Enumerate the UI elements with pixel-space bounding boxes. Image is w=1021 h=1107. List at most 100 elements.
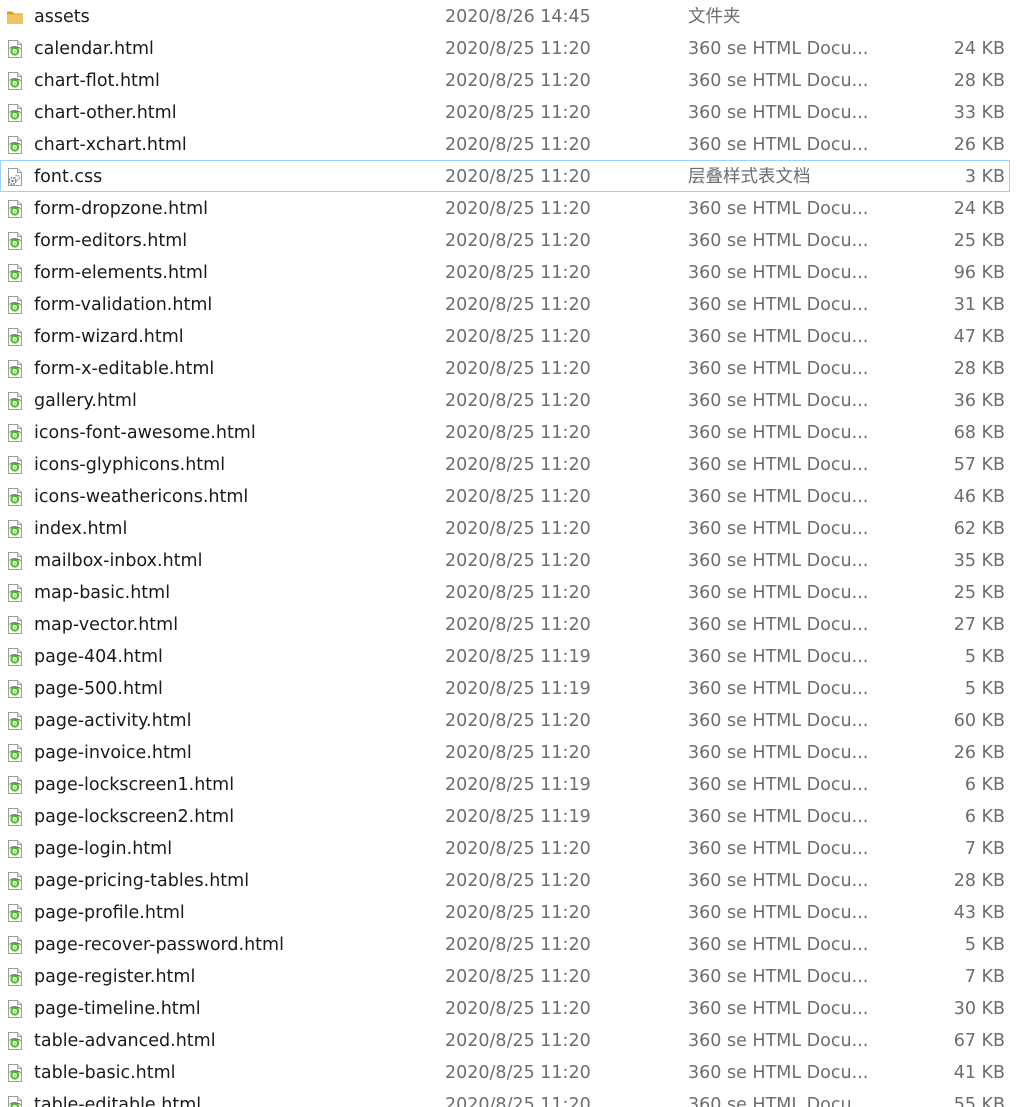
file-row[interactable]: e page-profile.html 2020/8/25 11:20 360 se … xyxy=(0,896,1010,928)
file-row[interactable]: e page-404.html 2020/8/25 11:19 360 se HTML… xyxy=(0,640,1010,672)
file-name: form-wizard.html xyxy=(34,327,184,347)
row-icon-cell: e xyxy=(5,65,25,97)
file-row[interactable]: e page-lockscreen2.html 2020/8/25 11:19 360… xyxy=(0,800,1010,832)
file-size: 28 KB xyxy=(953,871,1005,891)
file-name: form-validation.html xyxy=(34,295,213,315)
file-row[interactable]: etable-editable.html2020/8/25 11:20360 s… xyxy=(0,1088,1010,1107)
file-size: 5 KB xyxy=(964,935,1005,955)
file-name: form-dropzone.html xyxy=(34,199,209,219)
svg-text:e: e xyxy=(12,559,17,568)
row-icon-cell: e xyxy=(5,385,25,417)
html-file-icon: e xyxy=(5,1095,25,1107)
modified-date: 2020/8/25 11:20 xyxy=(445,1095,591,1107)
file-name: page-pricing-tables.html xyxy=(34,871,250,891)
svg-text:e: e xyxy=(12,847,17,856)
file-row[interactable]: e mailbox-inbox.html 2020/8/25 11:20 360 se… xyxy=(0,544,1010,576)
modified-date: 2020/8/25 11:20 xyxy=(445,487,591,507)
file-row[interactable]: e form-wizard.html 2020/8/25 11:20 360 se H… xyxy=(0,320,1010,352)
file-row[interactable]: e page-lockscreen1.html 2020/8/25 11:19 360… xyxy=(0,768,1010,800)
modified-date: 2020/8/25 11:20 xyxy=(445,583,591,603)
file-size: 43 KB xyxy=(953,903,1005,923)
file-row[interactable]: e table-advanced.html 2020/8/25 11:20 360 s… xyxy=(0,1024,1010,1056)
html-file-icon: e xyxy=(5,455,25,475)
svg-text:e: e xyxy=(12,111,17,120)
html-file-icon: e xyxy=(5,1031,25,1051)
file-row[interactable]: e page-login.html 2020/8/25 11:20 360 se HT… xyxy=(0,832,1010,864)
html-file-icon: e xyxy=(5,423,25,443)
file-row[interactable]: e chart-xchart.html 2020/8/25 11:20 360 se … xyxy=(0,128,1010,160)
file-row[interactable]: e form-dropzone.html 2020/8/25 11:20 360 se… xyxy=(0,192,1010,224)
svg-text:e: e xyxy=(12,47,17,56)
row-icon-cell: e xyxy=(5,833,25,865)
html-file-icon: e xyxy=(5,679,25,699)
file-name: icons-glyphicons.html xyxy=(34,455,226,475)
svg-text:e: e xyxy=(12,335,17,344)
file-row[interactable]: e icons-weathericons.html 2020/8/25 11:20 3… xyxy=(0,480,1010,512)
html-file-icon: e xyxy=(5,295,25,315)
file-row[interactable]: e gallery.html 2020/8/25 11:20 360 se HTML … xyxy=(0,384,1010,416)
file-row[interactable]: e page-pricing-tables.html 2020/8/25 11:20… xyxy=(0,864,1010,896)
file-row[interactable]: e form-validation.html 2020/8/25 11:20 360 … xyxy=(0,288,1010,320)
file-row[interactable]: e form-elements.html 2020/8/25 11:20 360 se… xyxy=(0,256,1010,288)
file-row[interactable]: e chart-flot.html 2020/8/25 11:20 360 se HT… xyxy=(0,64,1010,96)
file-size: 31 KB xyxy=(953,295,1005,315)
modified-date: 2020/8/25 11:20 xyxy=(445,455,591,475)
file-row[interactable]: e page-recover-password.html 2020/8/25 11:… xyxy=(0,928,1010,960)
html-file-icon: e xyxy=(5,583,25,603)
svg-text:e: e xyxy=(12,463,17,472)
file-row[interactable]: e map-vector.html 2020/8/25 11:20 360 se HT… xyxy=(0,608,1010,640)
modified-date: 2020/8/25 11:20 xyxy=(445,1031,591,1051)
modified-date: 2020/8/25 11:20 xyxy=(445,71,591,91)
row-icon-cell: e xyxy=(5,417,25,449)
file-name: page-invoice.html xyxy=(34,743,192,763)
file-row[interactable]: e form-x-editable.html 2020/8/25 11:20 360 … xyxy=(0,352,1010,384)
file-name: table-advanced.html xyxy=(34,1031,216,1051)
file-name: table-editable.html xyxy=(34,1095,202,1107)
file-row[interactable]: e page-timeline.html 2020/8/25 11:20 360 se… xyxy=(0,992,1010,1024)
file-size: 47 KB xyxy=(953,327,1005,347)
file-row[interactable]: e chart-other.html 2020/8/25 11:20 360 se H… xyxy=(0,96,1010,128)
file-row[interactable]: e table-basic.html 2020/8/25 11:20 360 se H… xyxy=(0,1056,1010,1088)
svg-text:e: e xyxy=(12,495,17,504)
row-icon-cell: e xyxy=(5,257,25,289)
file-row[interactable]: e page-activity.html 2020/8/25 11:20 360 se… xyxy=(0,704,1010,736)
file-row[interactable]: font.css 2020/8/25 11:20 层叠样式表文档 3 KB xyxy=(0,160,1010,192)
svg-text:e: e xyxy=(12,591,17,600)
file-name: chart-other.html xyxy=(34,103,177,123)
row-icon-cell: e xyxy=(5,577,25,609)
folder-icon xyxy=(5,7,25,27)
file-name: page-lockscreen1.html xyxy=(34,775,235,795)
file-row[interactable]: e icons-glyphicons.html 2020/8/25 11:20 360… xyxy=(0,448,1010,480)
css-file-icon xyxy=(5,167,25,187)
svg-text:e: e xyxy=(12,975,17,984)
file-size xyxy=(901,1,1005,33)
row-icon-cell: e xyxy=(5,769,25,801)
html-file-icon: e xyxy=(5,231,25,251)
row-icon-cell: e xyxy=(5,353,25,385)
file-row[interactable]: e map-basic.html 2020/8/25 11:20 360 se HTM… xyxy=(0,576,1010,608)
file-row[interactable]: e page-500.html 2020/8/25 11:19 360 se HTML… xyxy=(0,672,1010,704)
modified-date: 2020/8/25 11:20 xyxy=(445,359,591,379)
file-size: 7 KB xyxy=(964,839,1005,859)
row-icon-cell: e xyxy=(5,1057,25,1089)
file-row[interactable]: e calendar.html 2020/8/25 11:20 360 se HTML… xyxy=(0,32,1010,64)
file-size: 7 KB xyxy=(964,967,1005,987)
file-row[interactable]: e form-editors.html 2020/8/25 11:20 360 se … xyxy=(0,224,1010,256)
row-icon-cell xyxy=(5,1,25,33)
modified-date: 2020/8/25 11:20 xyxy=(445,871,591,891)
file-row[interactable]: e index.html 2020/8/25 11:20 360 se HTML Do… xyxy=(0,512,1010,544)
file-row[interactable]: e page-register.html 2020/8/25 11:20 360 se… xyxy=(0,960,1010,992)
svg-text:e: e xyxy=(12,943,17,952)
modified-date: 2020/8/25 11:20 xyxy=(445,167,591,187)
row-icon-cell: e xyxy=(5,609,25,641)
file-size: 35 KB xyxy=(953,551,1005,571)
row-icon-cell: e xyxy=(5,33,25,65)
file-row[interactable]: e page-invoice.html 2020/8/25 11:20 360 se … xyxy=(0,736,1010,768)
file-size: 6 KB xyxy=(964,807,1005,827)
folder-row[interactable]: assets 2020/8/26 14:45 文件夹 xyxy=(0,0,1010,32)
html-file-icon: e xyxy=(5,199,25,219)
row-icon-cell: e xyxy=(5,993,25,1025)
modified-date: 2020/8/25 11:20 xyxy=(445,423,591,443)
file-size: 5 KB xyxy=(964,679,1005,699)
file-row[interactable]: e icons-font-awesome.html 2020/8/25 11:20 3… xyxy=(0,416,1010,448)
